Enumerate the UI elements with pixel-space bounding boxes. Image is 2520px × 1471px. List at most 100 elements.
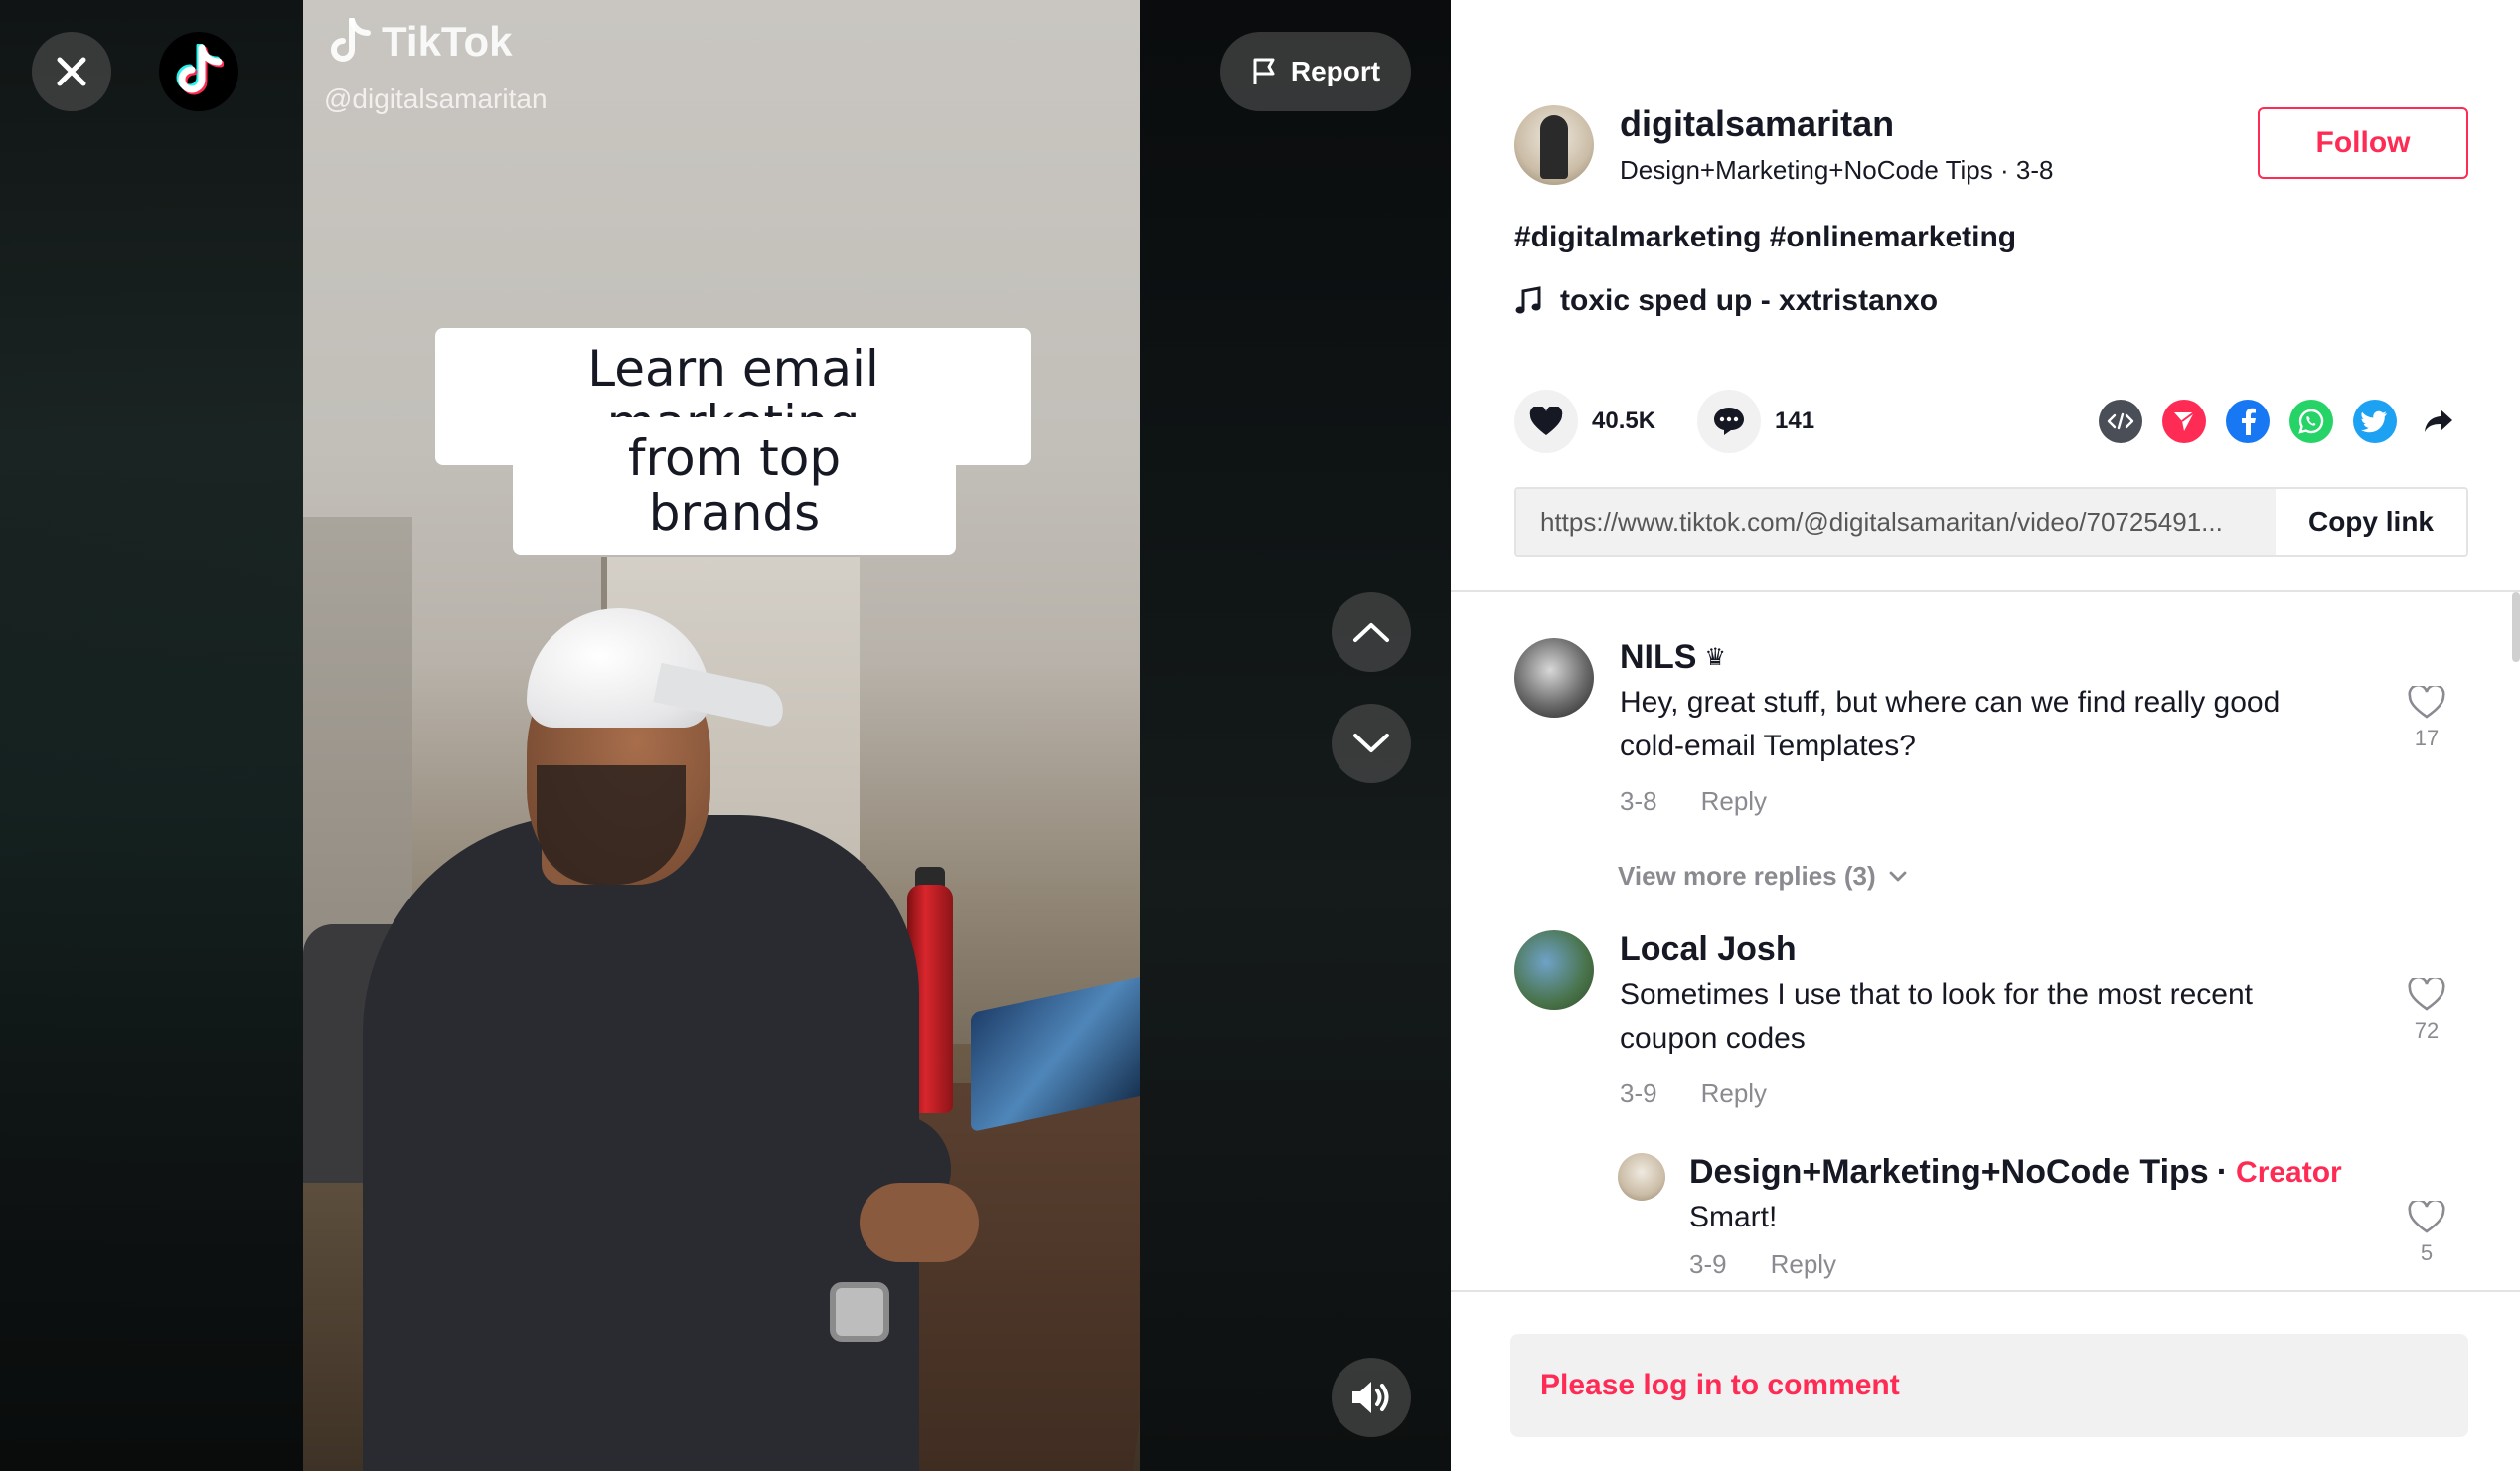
comment-button[interactable] — [1697, 390, 1762, 453]
chevron-down-icon — [1353, 734, 1389, 752]
comment-body: Design+Marketing+NoCode Tips · Creator S… — [1689, 1153, 2342, 1280]
share-url-field[interactable]: https://www.tiktok.com/@digitalsamaritan… — [1516, 489, 2276, 555]
video-caption-line2: from top brands — [513, 417, 956, 555]
post-date: 3-8 — [2015, 155, 2054, 185]
scene-person-watch — [830, 1282, 889, 1342]
tiktok-note-icon — [331, 18, 371, 62]
commenter-name-text: NILS — [1620, 638, 1697, 676]
previous-video-button[interactable] — [1332, 592, 1411, 672]
commenter-name[interactable]: Local Josh — [1620, 930, 2253, 969]
twitter-share-button[interactable] — [2353, 400, 2397, 443]
tiktok-watermark-text: TikTok — [382, 18, 513, 65]
comments-scrollbar[interactable] — [2512, 592, 2520, 662]
twitter-icon — [2361, 410, 2387, 433]
tiktok-send-icon — [2174, 411, 2195, 431]
view-more-replies-button[interactable]: View more replies (3) — [1618, 861, 1908, 892]
next-video-button[interactable] — [1332, 704, 1411, 783]
video-caption-line2-wrap: from top brands — [513, 417, 956, 555]
author-dot: · — [2000, 155, 2009, 185]
author-username[interactable]: digitalsamaritan — [1620, 103, 2053, 145]
embed-button[interactable] — [2099, 400, 2142, 443]
whatsapp-share-button[interactable] — [2289, 400, 2333, 443]
like-button[interactable] — [1514, 390, 1578, 453]
music-title: toxic sped up - xxtristanxo — [1560, 284, 1939, 317]
reply-item: Design+Marketing+NoCode Tips · Creator S… — [1618, 1153, 2342, 1280]
commenter-avatar[interactable] — [1618, 1153, 1665, 1201]
flag-icon — [1253, 58, 1275, 84]
commenter-name[interactable]: Design+Marketing+NoCode Tips · Creator — [1689, 1153, 2342, 1192]
send-to-friends-button[interactable] — [2162, 400, 2206, 443]
watermark-handle: @digitalsamaritan — [324, 83, 548, 114]
music-link[interactable]: toxic sped up - xxtristanxo — [1514, 284, 1938, 318]
tiktok-logo-button[interactable] — [159, 32, 238, 111]
video-caption-line1-wrap: Learn email marketing — [435, 328, 1031, 465]
author-subtitle: Design+Marketing+NoCode Tips · 3-8 — [1620, 155, 2053, 186]
video-player[interactable]: Learn email marketing from top brands Ti… — [0, 0, 1451, 1471]
creator-badge: Creator — [2236, 1155, 2342, 1189]
comment-meta: 3-9 Reply — [1689, 1249, 2342, 1280]
comment-date: 3-9 — [1689, 1249, 1727, 1279]
report-label: Report — [1290, 56, 1381, 86]
video-blur-background-left — [0, 0, 303, 1471]
author-nickname: Design+Marketing+NoCode Tips — [1620, 155, 1993, 185]
reply-button[interactable]: Reply — [1701, 1078, 1767, 1109]
section-divider — [1451, 1290, 2520, 1292]
post-description[interactable]: #digitalmarketing #onlinemarketing — [1514, 221, 2016, 254]
comment-meta: 3-8 Reply — [1620, 786, 2280, 817]
comment-text-line: cold-email Templates? — [1620, 730, 1916, 762]
heart-filled-icon — [1529, 407, 1563, 435]
heart-outline-icon — [2408, 686, 2445, 719]
reply-button[interactable]: Reply — [1771, 1249, 1836, 1280]
volume-button[interactable] — [1332, 1358, 1411, 1437]
author-row[interactable]: digitalsamaritan Design+Marketing+NoCode… — [1514, 103, 2053, 186]
share-arrow-icon — [2425, 409, 2452, 432]
comment-text: Hey, great stuff, but where can we find … — [1620, 681, 2280, 768]
comment-count: 141 — [1775, 408, 1815, 434]
author-avatar[interactable] — [1514, 104, 1594, 185]
more-share-button[interactable] — [2417, 400, 2460, 443]
tiktok-watermark: TikTok — [328, 18, 512, 66]
speaker-icon — [1352, 1382, 1389, 1413]
commenter-name[interactable]: NILS ♛ — [1620, 638, 2280, 677]
comment-body: NILS ♛ Hey, great stuff, but where can w… — [1620, 638, 2280, 817]
tiktok-logo-icon — [176, 44, 224, 95]
comment-text-line: Hey, great stuff, but where can we find … — [1620, 686, 2281, 719]
comment-like-count: 72 — [2414, 1018, 2440, 1043]
commenter-name-text: Local Josh — [1620, 930, 1797, 968]
scene-person-hand — [860, 1183, 979, 1262]
view-more-replies-label: View more replies (3) — [1618, 861, 1876, 891]
crown-icon: ♛ — [1704, 644, 1726, 671]
like-count: 40.5K — [1592, 408, 1656, 434]
close-button[interactable] — [32, 32, 111, 111]
comment-text: Smart! — [1689, 1196, 2342, 1239]
commenter-avatar[interactable] — [1514, 930, 1594, 1010]
music-note-icon — [1515, 286, 1541, 314]
follow-button[interactable]: Follow — [2258, 107, 2468, 179]
comment-item: NILS ♛ Hey, great stuff, but where can w… — [1514, 638, 2280, 817]
copy-link-button[interactable]: Copy link — [2276, 489, 2466, 555]
embed-icon — [2107, 412, 2134, 430]
whatsapp-icon — [2298, 409, 2324, 434]
heart-outline-icon — [2408, 978, 2445, 1011]
details-panel: digitalsamaritan Design+Marketing+NoCode… — [1451, 0, 2520, 1471]
comment-like[interactable]: 72 — [2397, 978, 2456, 1044]
chevron-down-icon — [1889, 871, 1907, 881]
login-to-comment-prompt[interactable]: Please log in to comment — [1510, 1334, 2468, 1437]
comment-like[interactable]: 17 — [2397, 686, 2456, 751]
comment-text-line: Sometimes I use that to look for the mos… — [1620, 978, 2253, 1011]
comment-meta: 3-9 Reply — [1620, 1078, 2253, 1109]
comment-text: Sometimes I use that to look for the mos… — [1620, 973, 2253, 1061]
comment-list[interactable]: NILS ♛ Hey, great stuff, but where can w… — [1451, 592, 2520, 1290]
video-frame[interactable] — [303, 0, 1140, 1471]
facebook-share-button[interactable] — [2226, 400, 2270, 443]
commenter-avatar[interactable] — [1514, 638, 1594, 718]
comment-like-count: 17 — [2414, 726, 2440, 750]
comment-like-count: 5 — [2420, 1240, 2434, 1265]
comment-body: Local Josh Sometimes I use that to look … — [1620, 930, 2253, 1109]
reply-button[interactable]: Reply — [1701, 786, 1767, 817]
comment-item: Local Josh Sometimes I use that to look … — [1514, 930, 2253, 1109]
report-button[interactable]: Report — [1220, 32, 1411, 111]
author-info: digitalsamaritan Design+Marketing+NoCode… — [1620, 103, 2053, 186]
comment-like[interactable]: 5 — [2397, 1201, 2456, 1266]
heart-outline-icon — [2408, 1201, 2445, 1233]
